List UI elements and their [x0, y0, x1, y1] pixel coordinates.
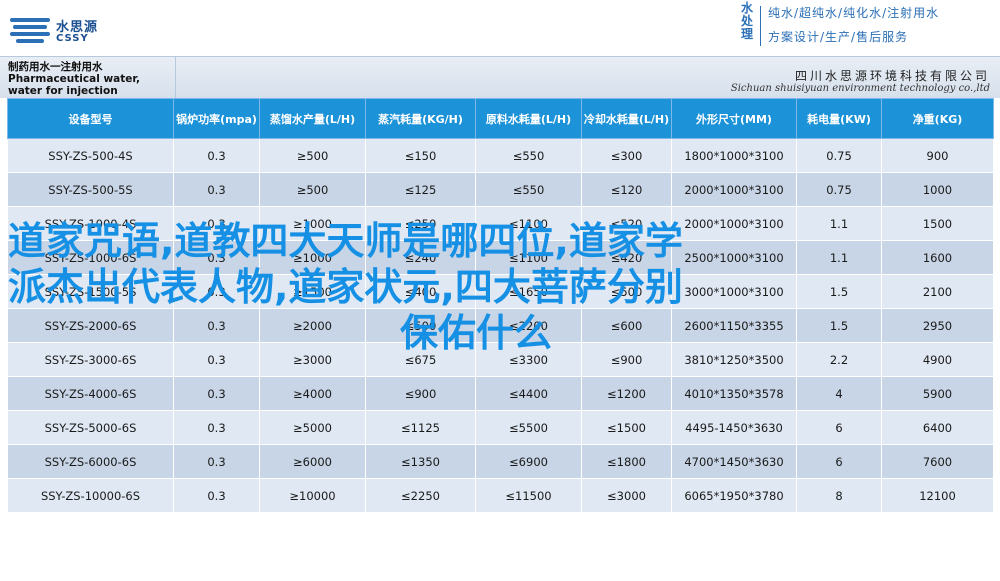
column-header: 冷却水耗量(L/H) — [581, 98, 672, 139]
overlay-title-line-3: 保佑什么 — [400, 311, 553, 355]
table-cell: 12100 — [881, 478, 994, 513]
table-row: SSY-ZS-4000-6S 0.3 ≥4000 ≤900 ≤4400 ≤1200 4010… — [7, 376, 994, 411]
table-cell: ≤550 — [475, 138, 582, 173]
table-row: SSY-ZS-10000-6S 0.3 ≥10000 ≤2250 ≤11500 ≤3000… — [7, 478, 994, 513]
table-cell: ≤11500 — [475, 478, 582, 513]
header-divider — [760, 6, 761, 46]
table-cell: ≤1800 — [581, 444, 672, 479]
table-cell: ≤1200 — [581, 376, 672, 411]
table-cell: 0.3 — [173, 410, 260, 445]
table-cell: SSY-ZS-500-4S — [7, 138, 174, 173]
table-cell: ≤900 — [365, 376, 476, 411]
brand-vertical-text: 水处理 — [738, 2, 756, 41]
table-cell: ≥6000 — [259, 444, 366, 479]
table-cell: ≤1125 — [365, 410, 476, 445]
table-cell: 2000*1000*3100 — [671, 172, 797, 207]
table-cell: ≤300 — [581, 138, 672, 173]
table-cell: SSY-ZS-6000-6S — [7, 444, 174, 479]
table-cell: 4495-1450*3630 — [671, 410, 797, 445]
column-header: 净重(KG) — [881, 98, 994, 139]
company-name-cn: 四川水思源环境科技有限公司 — [794, 69, 990, 83]
table-cell: ≤120 — [581, 172, 672, 207]
table-cell: ≤550 — [475, 172, 582, 207]
table-cell: ≤150 — [365, 138, 476, 173]
table-cell: 0.75 — [796, 138, 882, 173]
table-cell: ≥4000 — [259, 376, 366, 411]
table-cell: ≥500 — [259, 172, 366, 207]
overlay-title-line-2: 派杰出代表人物,道家状元,四大菩萨分别 — [8, 265, 683, 309]
table-cell: ≤4400 — [475, 376, 582, 411]
column-header: 外形尺寸(MM) — [671, 98, 797, 139]
column-header: 设备型号 — [7, 98, 174, 139]
table-cell: SSY-ZS-500-5S — [7, 172, 174, 207]
table-cell: ≥500 — [259, 138, 366, 173]
table-cell: 1000 — [881, 172, 994, 207]
table-cell: ≤1500 — [581, 410, 672, 445]
table-cell: 6 — [796, 444, 882, 479]
table-cell: 6065*1950*3780 — [671, 478, 797, 513]
table-cell: ≤2250 — [365, 478, 476, 513]
title-band: 制药用水一注射用水 Pharmaceutical water, water fo… — [0, 56, 1000, 99]
table-cell: 1800*1000*3100 — [671, 138, 797, 173]
page-header: 水思源 CSSY 水处理 纯水/超纯水/纯化水/注射用水 方案设计/生产/售后服… — [0, 0, 1000, 56]
water-waves-icon — [10, 18, 50, 44]
table-cell: ≤3000 — [581, 478, 672, 513]
table-cell: 6400 — [881, 410, 994, 445]
column-header: 原料水耗量(L/H) — [475, 98, 582, 139]
table-cell: 900 — [881, 138, 994, 173]
table-header-row: 设备型号 锅炉功率(mpa) 蒸馏水产量(L/H) 蒸汽耗量(KG/H) 原料水耗量(L… — [7, 98, 994, 139]
table-row: SSY-ZS-500-4S 0.3 ≥500 ≤150 ≤550 ≤300 1800*100… — [7, 138, 994, 173]
table-cell: ≥10000 — [259, 478, 366, 513]
table-cell: SSY-ZS-5000-6S — [7, 410, 174, 445]
table-cell: 4700*1450*3630 — [671, 444, 797, 479]
table-cell: 7600 — [881, 444, 994, 479]
table-row: SSY-ZS-500-5S 0.3 ≥500 ≤125 ≤550 ≤120 2000*100… — [7, 172, 994, 207]
logo-text-en: CSSY — [56, 33, 89, 44]
table-cell: ≥5000 — [259, 410, 366, 445]
overlay-title: 道家咒语,道教四大天师是哪四位,道家学 派杰出代表人物,道家状元,四大菩萨分别 … — [8, 218, 948, 356]
table-row: SSY-ZS-5000-6S 0.3 ≥5000 ≤1125 ≤5500 ≤1500 449… — [7, 410, 994, 445]
table-cell: ≤1350 — [365, 444, 476, 479]
table-cell: 5900 — [881, 376, 994, 411]
column-header: 蒸汽耗量(KG/H) — [365, 98, 476, 139]
brand-vertical-label: 水处理 — [740, 1, 753, 41]
slogan-line-1: 纯水/超纯水/纯化水/注射用水 — [768, 6, 940, 20]
table-cell: 4010*1350*3578 — [671, 376, 797, 411]
table-cell: 0.75 — [796, 172, 882, 207]
company-logo[interactable]: 水思源 CSSY — [10, 14, 130, 48]
column-header: 蒸馏水产量(L/H) — [259, 98, 366, 139]
table-cell: ≤125 — [365, 172, 476, 207]
company-name-en: Sichuan shuisiyuan environment technolog… — [730, 83, 990, 94]
overlay-title-line-1: 道家咒语,道教四大天师是哪四位,道家学 — [8, 219, 683, 263]
table-row: SSY-ZS-6000-6S 0.3 ≥6000 ≤1350 ≤6900 ≤1800 470… — [7, 444, 994, 479]
table-cell: 6 — [796, 410, 882, 445]
product-title: 制药用水一注射用水 Pharmaceutical water, water fo… — [8, 61, 141, 97]
table-cell: 4 — [796, 376, 882, 411]
table-cell: 0.3 — [173, 172, 260, 207]
table-cell: SSY-ZS-10000-6S — [7, 478, 174, 513]
table-cell: 0.3 — [173, 376, 260, 411]
table-cell: SSY-ZS-4000-6S — [7, 376, 174, 411]
title-separator — [175, 57, 176, 99]
table-cell: 8 — [796, 478, 882, 513]
column-header: 耗电量(KW) — [796, 98, 882, 139]
table-cell: ≤5500 — [475, 410, 582, 445]
table-cell: 0.3 — [173, 444, 260, 479]
table-cell: 0.3 — [173, 478, 260, 513]
column-header: 锅炉功率(mpa) — [173, 98, 260, 139]
table-cell: 0.3 — [173, 138, 260, 173]
table-cell: ≤6900 — [475, 444, 582, 479]
slogan-line-2: 方案设计/生产/售后服务 — [768, 30, 909, 44]
